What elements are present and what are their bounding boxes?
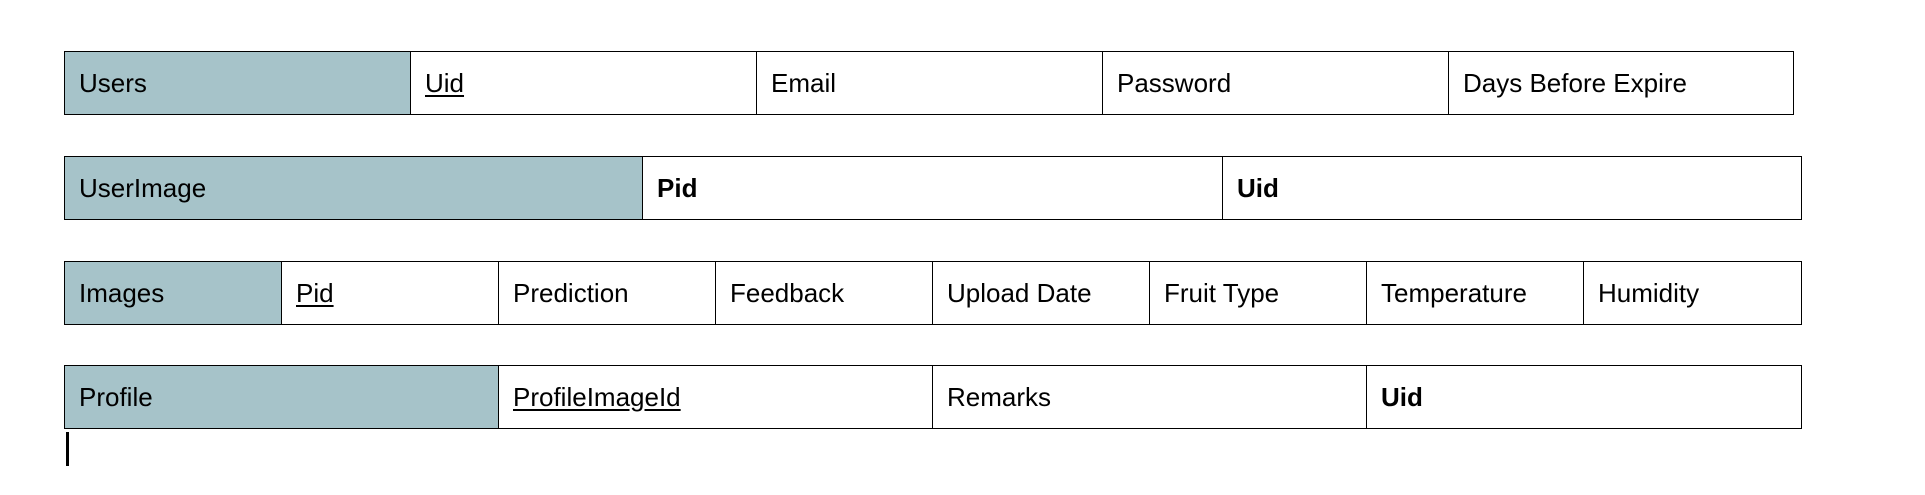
field-label: Temperature <box>1381 277 1527 308</box>
field-label: Password <box>1117 67 1232 98</box>
field-cell: Humidity <box>1583 261 1802 325</box>
primary-key-field: Uid <box>425 67 465 98</box>
table-name: Images <box>79 277 165 308</box>
document-page: Users Uid Email Password Days Before Exp… <box>0 0 1925 495</box>
field-cell: Uid <box>410 51 756 115</box>
table-users: Users Uid Email Password Days Before Exp… <box>64 51 1794 115</box>
foreign-key-field: Uid <box>1381 381 1423 412</box>
field-cell: Upload Date <box>932 261 1149 325</box>
field-cell: Pid <box>281 261 498 325</box>
field-label: Prediction <box>513 277 629 308</box>
field-cell: Days Before Expire <box>1448 51 1794 115</box>
table-userimage: UserImage Pid Uid <box>64 156 1802 220</box>
table-name-cell: Users <box>64 51 410 115</box>
field-label: Days Before Expire <box>1463 67 1687 98</box>
field-cell: Password <box>1102 51 1448 115</box>
field-cell: Uid <box>1366 365 1802 429</box>
field-cell: Prediction <box>498 261 715 325</box>
foreign-key-field: Pid <box>657 172 698 203</box>
table-name-cell: UserImage <box>64 156 642 220</box>
field-cell: Pid <box>642 156 1222 220</box>
field-cell: Uid <box>1222 156 1802 220</box>
field-label: Humidity <box>1598 277 1700 308</box>
field-label: Fruit Type <box>1164 277 1280 308</box>
text-cursor[interactable] <box>66 432 69 466</box>
field-cell: Feedback <box>715 261 932 325</box>
field-label: Remarks <box>947 381 1052 412</box>
field-label: Feedback <box>730 277 845 308</box>
foreign-key-field: Uid <box>1237 172 1279 203</box>
field-label: Upload Date <box>947 277 1092 308</box>
field-cell: Remarks <box>932 365 1366 429</box>
field-cell: Temperature <box>1366 261 1583 325</box>
field-cell: Fruit Type <box>1149 261 1366 325</box>
table-name: Profile <box>79 381 153 412</box>
table-name-cell: Profile <box>64 365 498 429</box>
table-name: UserImage <box>79 172 207 203</box>
field-cell: Email <box>756 51 1102 115</box>
field-cell: ProfileImageId <box>498 365 932 429</box>
primary-key-field: ProfileImageId <box>513 381 681 412</box>
field-label: Email <box>771 67 837 98</box>
table-name-cell: Images <box>64 261 281 325</box>
table-profile: Profile ProfileImageId Remarks Uid <box>64 365 1802 429</box>
table-name: Users <box>79 67 147 98</box>
primary-key-field: Pid <box>296 277 334 308</box>
table-images: Images Pid Prediction Feedback Upload Da… <box>64 261 1802 325</box>
